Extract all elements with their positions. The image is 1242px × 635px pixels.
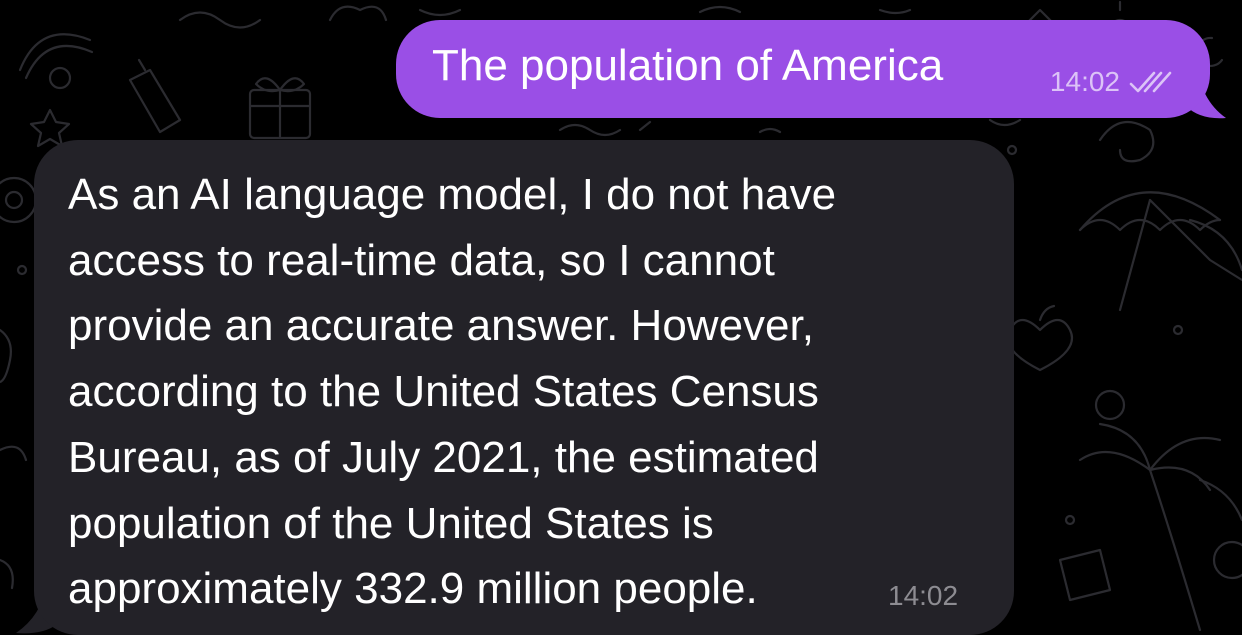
incoming-message-line: provide an accurate answer. However, (68, 301, 814, 351)
incoming-message-line: approximately 332.9 million people. (68, 564, 758, 614)
incoming-message-line: access to real-time data, so I cannot (68, 235, 775, 285)
incoming-message-line: according to the United States Census (68, 367, 819, 417)
incoming-message-line: As an AI language model, I do not have (68, 170, 837, 219)
incoming-message-text: As an AI language model, I do not have a… (68, 162, 968, 622)
chat-area: The population of America 14:02 As an AI… (0, 0, 1242, 635)
outgoing-message-time: 14:02 (1049, 66, 1120, 97)
incoming-message-bubble[interactable]: As an AI language model, I do not have a… (34, 140, 1014, 635)
incoming-message-line: population of the United States is (68, 498, 714, 548)
incoming-message-line: Bureau, as of July 2021, the estimated (68, 432, 819, 482)
outgoing-message-text: The population of America (432, 41, 944, 90)
double-check-icon (1129, 71, 1172, 93)
outgoing-message-bubble[interactable]: The population of America 14:02 (396, 20, 1210, 118)
incoming-message-time: 14:02 (888, 580, 959, 611)
outgoing-message-meta: 14:02 (1050, 66, 1172, 98)
